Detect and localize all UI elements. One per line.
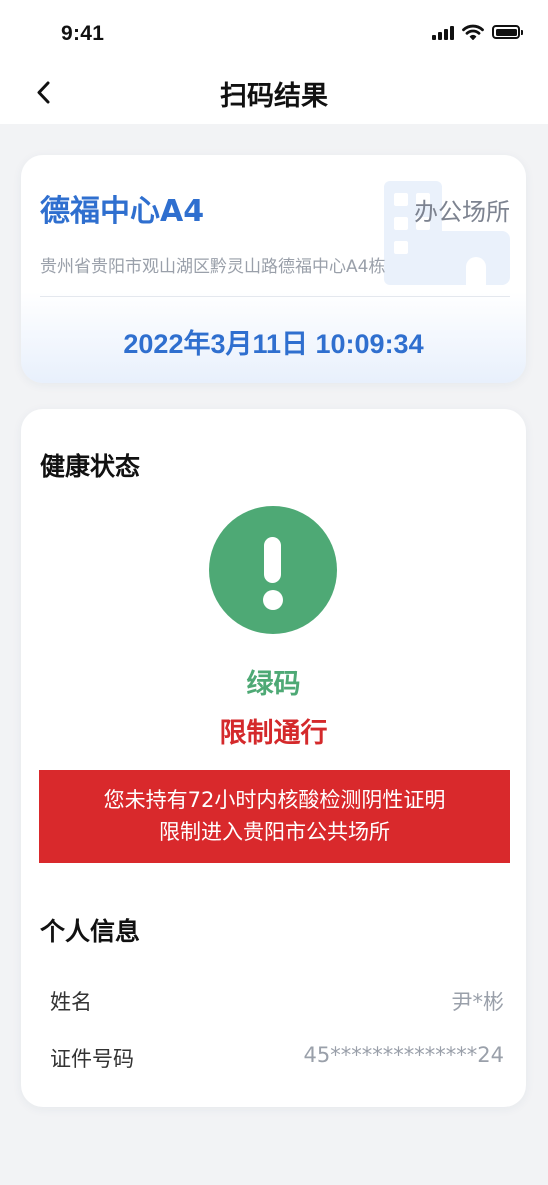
wifi-icon [462,24,484,40]
divider [40,296,510,297]
system-icons [432,24,523,40]
cellular-signal-icon [432,25,454,40]
status-time: 9:41 [61,22,105,45]
name-value: 尹*彬 [451,990,505,1014]
warning-line-2: 限制进入贵阳市公共场所 [159,820,390,844]
health-status-title: 健康状态 [40,452,141,481]
place-address: 贵州省贵阳市观山湖区黔灵山路德福中心A4栋 [40,257,386,277]
place-type: 办公场所 [414,198,510,226]
exclamation-icon [209,506,337,634]
navigation-bar: 扫码结果 [0,64,548,124]
pass-status: 限制通行 [219,718,328,749]
scan-timestamp: 2022年3月11日 10:09:34 [123,329,424,359]
place-card: 德福中心A4 办公场所 贵州省贵阳市观山湖区黔灵山路德福中心A4栋 2022年3… [21,155,526,383]
warning-line-1: 您未持有72小时内核酸检测阴性证明 [103,788,446,812]
name-label: 姓名 [50,990,92,1014]
status-bar: 9:41 [0,0,548,64]
id-label: 证件号码 [50,1047,134,1071]
warning-banner: 您未持有72小时内核酸检测阴性证明 限制进入贵阳市公共场所 [39,770,510,863]
id-row: 证件号码 45**************24 [50,1043,504,1077]
place-name: 德福中心A4 [40,194,205,229]
health-card: 健康状态 绿码 限制通行 您未持有72小时内核酸检测阴性证明 限制进入贵阳市公共… [21,409,526,1107]
page-title: 扫码结果 [220,81,328,112]
personal-info-title: 个人信息 [40,917,141,946]
id-value: 45**************24 [303,1043,504,1067]
battery-icon [492,25,523,39]
health-code-color: 绿码 [246,669,301,700]
name-row: 姓名 尹*彬 [50,986,504,1020]
